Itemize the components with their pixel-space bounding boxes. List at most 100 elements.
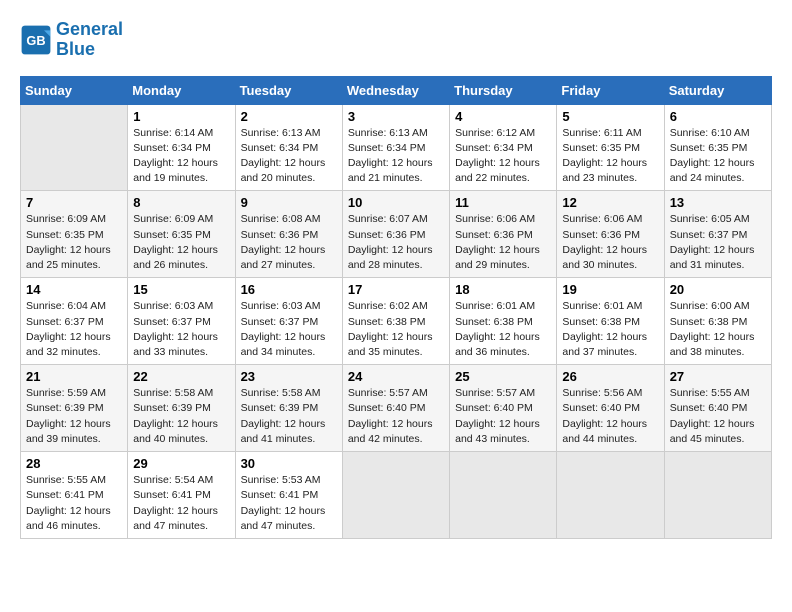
calendar-cell	[342, 452, 449, 539]
day-number: 21	[26, 369, 122, 384]
calendar-cell: 29 Sunrise: 5:54 AM Sunset: 6:41 PM Dayli…	[128, 452, 235, 539]
calendar-cell	[21, 104, 128, 191]
day-number: 4	[455, 109, 551, 124]
day-info: Sunrise: 6:03 AM Sunset: 6:37 PM Dayligh…	[133, 299, 229, 360]
day-info: Sunrise: 6:12 AM Sunset: 6:34 PM Dayligh…	[455, 126, 551, 187]
day-info: Sunrise: 5:58 AM Sunset: 6:39 PM Dayligh…	[133, 386, 229, 447]
day-header-saturday: Saturday	[664, 76, 771, 104]
day-number: 27	[670, 369, 766, 384]
day-info: Sunrise: 6:10 AM Sunset: 6:35 PM Dayligh…	[670, 126, 766, 187]
calendar-cell: 3Sunrise: 6:13 AM Sunset: 6:34 PM Daylig…	[342, 104, 449, 191]
calendar-cell: 20 Sunrise: 6:00 AM Sunset: 6:38 PM Dayli…	[664, 278, 771, 365]
day-number: 7	[26, 195, 122, 210]
calendar-cell: 5 Sunrise: 6:11 AM Sunset: 6:35 PM Daylig…	[557, 104, 664, 191]
calendar-cell: 21 Sunrise: 5:59 AM Sunset: 6:39 PM Dayli…	[21, 365, 128, 452]
day-number: 13	[670, 195, 766, 210]
day-number: 23	[241, 369, 337, 384]
day-info: Sunrise: 5:54 AM Sunset: 6:41 PM Dayligh…	[133, 473, 229, 534]
calendar-cell: 10Sunrise: 6:07 AM Sunset: 6:36 PM Dayli…	[342, 191, 449, 278]
week-row-4: 21 Sunrise: 5:59 AM Sunset: 6:39 PM Dayli…	[21, 365, 772, 452]
day-number: 15	[133, 282, 229, 297]
day-info: Sunrise: 6:01 AM Sunset: 6:38 PM Dayligh…	[455, 299, 551, 360]
day-info: Sunrise: 6:00 AM Sunset: 6:38 PM Dayligh…	[670, 299, 766, 360]
day-number: 26	[562, 369, 658, 384]
calendar-cell: 1Sunrise: 6:14 AM Sunset: 6:34 PM Daylig…	[128, 104, 235, 191]
calendar-cell: 13 Sunrise: 6:05 AM Sunset: 6:37 PM Dayli…	[664, 191, 771, 278]
day-number: 25	[455, 369, 551, 384]
day-number: 29	[133, 456, 229, 471]
calendar-cell: 19 Sunrise: 6:01 AM Sunset: 6:38 PM Dayli…	[557, 278, 664, 365]
day-number: 11	[455, 195, 551, 210]
day-info: Sunrise: 6:11 AM Sunset: 6:35 PM Dayligh…	[562, 126, 658, 187]
day-info: Sunrise: 5:57 AM Sunset: 6:40 PM Dayligh…	[455, 386, 551, 447]
day-number: 10	[348, 195, 444, 210]
day-info: Sunrise: 6:03 AM Sunset: 6:37 PM Dayligh…	[241, 299, 337, 360]
calendar-cell: 27 Sunrise: 5:55 AM Sunset: 6:40 PM Dayli…	[664, 365, 771, 452]
calendar-cell: 8 Sunrise: 6:09 AM Sunset: 6:35 PM Daylig…	[128, 191, 235, 278]
day-info: Sunrise: 5:53 AM Sunset: 6:41 PM Dayligh…	[241, 473, 337, 534]
calendar-cell: 24 Sunrise: 5:57 AM Sunset: 6:40 PM Dayli…	[342, 365, 449, 452]
calendar-cell	[664, 452, 771, 539]
calendar-cell: 6 Sunrise: 6:10 AM Sunset: 6:35 PM Daylig…	[664, 104, 771, 191]
day-number: 16	[241, 282, 337, 297]
day-number: 8	[133, 195, 229, 210]
day-info: Sunrise: 5:56 AM Sunset: 6:40 PM Dayligh…	[562, 386, 658, 447]
day-number: 19	[562, 282, 658, 297]
day-info: Sunrise: 5:58 AM Sunset: 6:39 PM Dayligh…	[241, 386, 337, 447]
day-number: 2	[241, 109, 337, 124]
svg-text:GB: GB	[26, 33, 45, 48]
day-number: 17	[348, 282, 444, 297]
day-info: Sunrise: 6:13 AM Sunset: 6:34 PM Dayligh…	[241, 126, 337, 187]
calendar-cell: 11 Sunrise: 6:06 AM Sunset: 6:36 PM Dayli…	[450, 191, 557, 278]
calendar-cell: 16 Sunrise: 6:03 AM Sunset: 6:37 PM Dayli…	[235, 278, 342, 365]
calendar-cell: 23 Sunrise: 5:58 AM Sunset: 6:39 PM Dayli…	[235, 365, 342, 452]
day-number: 14	[26, 282, 122, 297]
header-row: SundayMondayTuesdayWednesdayThursdayFrid…	[21, 76, 772, 104]
calendar-cell	[557, 452, 664, 539]
calendar-cell: 18 Sunrise: 6:01 AM Sunset: 6:38 PM Dayli…	[450, 278, 557, 365]
calendar-cell: 28 Sunrise: 5:55 AM Sunset: 6:41 PM Dayli…	[21, 452, 128, 539]
logo-text: General Blue	[56, 20, 123, 60]
day-number: 5	[562, 109, 658, 124]
day-header-sunday: Sunday	[21, 76, 128, 104]
calendar-cell: 25 Sunrise: 5:57 AM Sunset: 6:40 PM Dayli…	[450, 365, 557, 452]
day-number: 6	[670, 109, 766, 124]
day-number: 1	[133, 109, 229, 124]
day-info: Sunrise: 6:02 AM Sunset: 6:38 PM Dayligh…	[348, 299, 444, 360]
day-info: Sunrise: 6:08 AM Sunset: 6:36 PM Dayligh…	[241, 212, 337, 273]
day-info: Sunrise: 6:06 AM Sunset: 6:36 PM Dayligh…	[562, 212, 658, 273]
logo: GB General Blue	[20, 20, 123, 60]
day-info: Sunrise: 6:01 AM Sunset: 6:38 PM Dayligh…	[562, 299, 658, 360]
day-number: 22	[133, 369, 229, 384]
day-info: Sunrise: 6:09 AM Sunset: 6:35 PM Dayligh…	[133, 212, 229, 273]
day-info: Sunrise: 5:59 AM Sunset: 6:39 PM Dayligh…	[26, 386, 122, 447]
day-info: Sunrise: 6:06 AM Sunset: 6:36 PM Dayligh…	[455, 212, 551, 273]
day-number: 24	[348, 369, 444, 384]
day-info: Sunrise: 6:09 AM Sunset: 6:35 PM Dayligh…	[26, 212, 122, 273]
calendar-table: SundayMondayTuesdayWednesdayThursdayFrid…	[20, 76, 772, 539]
day-header-thursday: Thursday	[450, 76, 557, 104]
calendar-cell: 7 Sunrise: 6:09 AM Sunset: 6:35 PM Daylig…	[21, 191, 128, 278]
day-header-wednesday: Wednesday	[342, 76, 449, 104]
calendar-cell	[450, 452, 557, 539]
day-header-tuesday: Tuesday	[235, 76, 342, 104]
day-number: 30	[241, 456, 337, 471]
day-number: 28	[26, 456, 122, 471]
day-info: Sunrise: 5:55 AM Sunset: 6:40 PM Dayligh…	[670, 386, 766, 447]
calendar-cell: 26 Sunrise: 5:56 AM Sunset: 6:40 PM Dayli…	[557, 365, 664, 452]
calendar-cell: 4 Sunrise: 6:12 AM Sunset: 6:34 PM Daylig…	[450, 104, 557, 191]
day-number: 9	[241, 195, 337, 210]
day-info: Sunrise: 5:55 AM Sunset: 6:41 PM Dayligh…	[26, 473, 122, 534]
calendar-cell: 2 Sunrise: 6:13 AM Sunset: 6:34 PM Daylig…	[235, 104, 342, 191]
week-row-5: 28 Sunrise: 5:55 AM Sunset: 6:41 PM Dayli…	[21, 452, 772, 539]
day-number: 18	[455, 282, 551, 297]
day-number: 12	[562, 195, 658, 210]
day-info: Sunrise: 5:57 AM Sunset: 6:40 PM Dayligh…	[348, 386, 444, 447]
day-info: Sunrise: 6:13 AM Sunset: 6:34 PM Dayligh…	[348, 126, 444, 187]
day-number: 20	[670, 282, 766, 297]
page-header: GB General Blue	[20, 20, 772, 60]
calendar-cell: 17 Sunrise: 6:02 AM Sunset: 6:38 PM Dayli…	[342, 278, 449, 365]
calendar-cell: 30 Sunrise: 5:53 AM Sunset: 6:41 PM Dayli…	[235, 452, 342, 539]
calendar-cell: 15 Sunrise: 6:03 AM Sunset: 6:37 PM Dayli…	[128, 278, 235, 365]
day-info: Sunrise: 6:05 AM Sunset: 6:37 PM Dayligh…	[670, 212, 766, 273]
